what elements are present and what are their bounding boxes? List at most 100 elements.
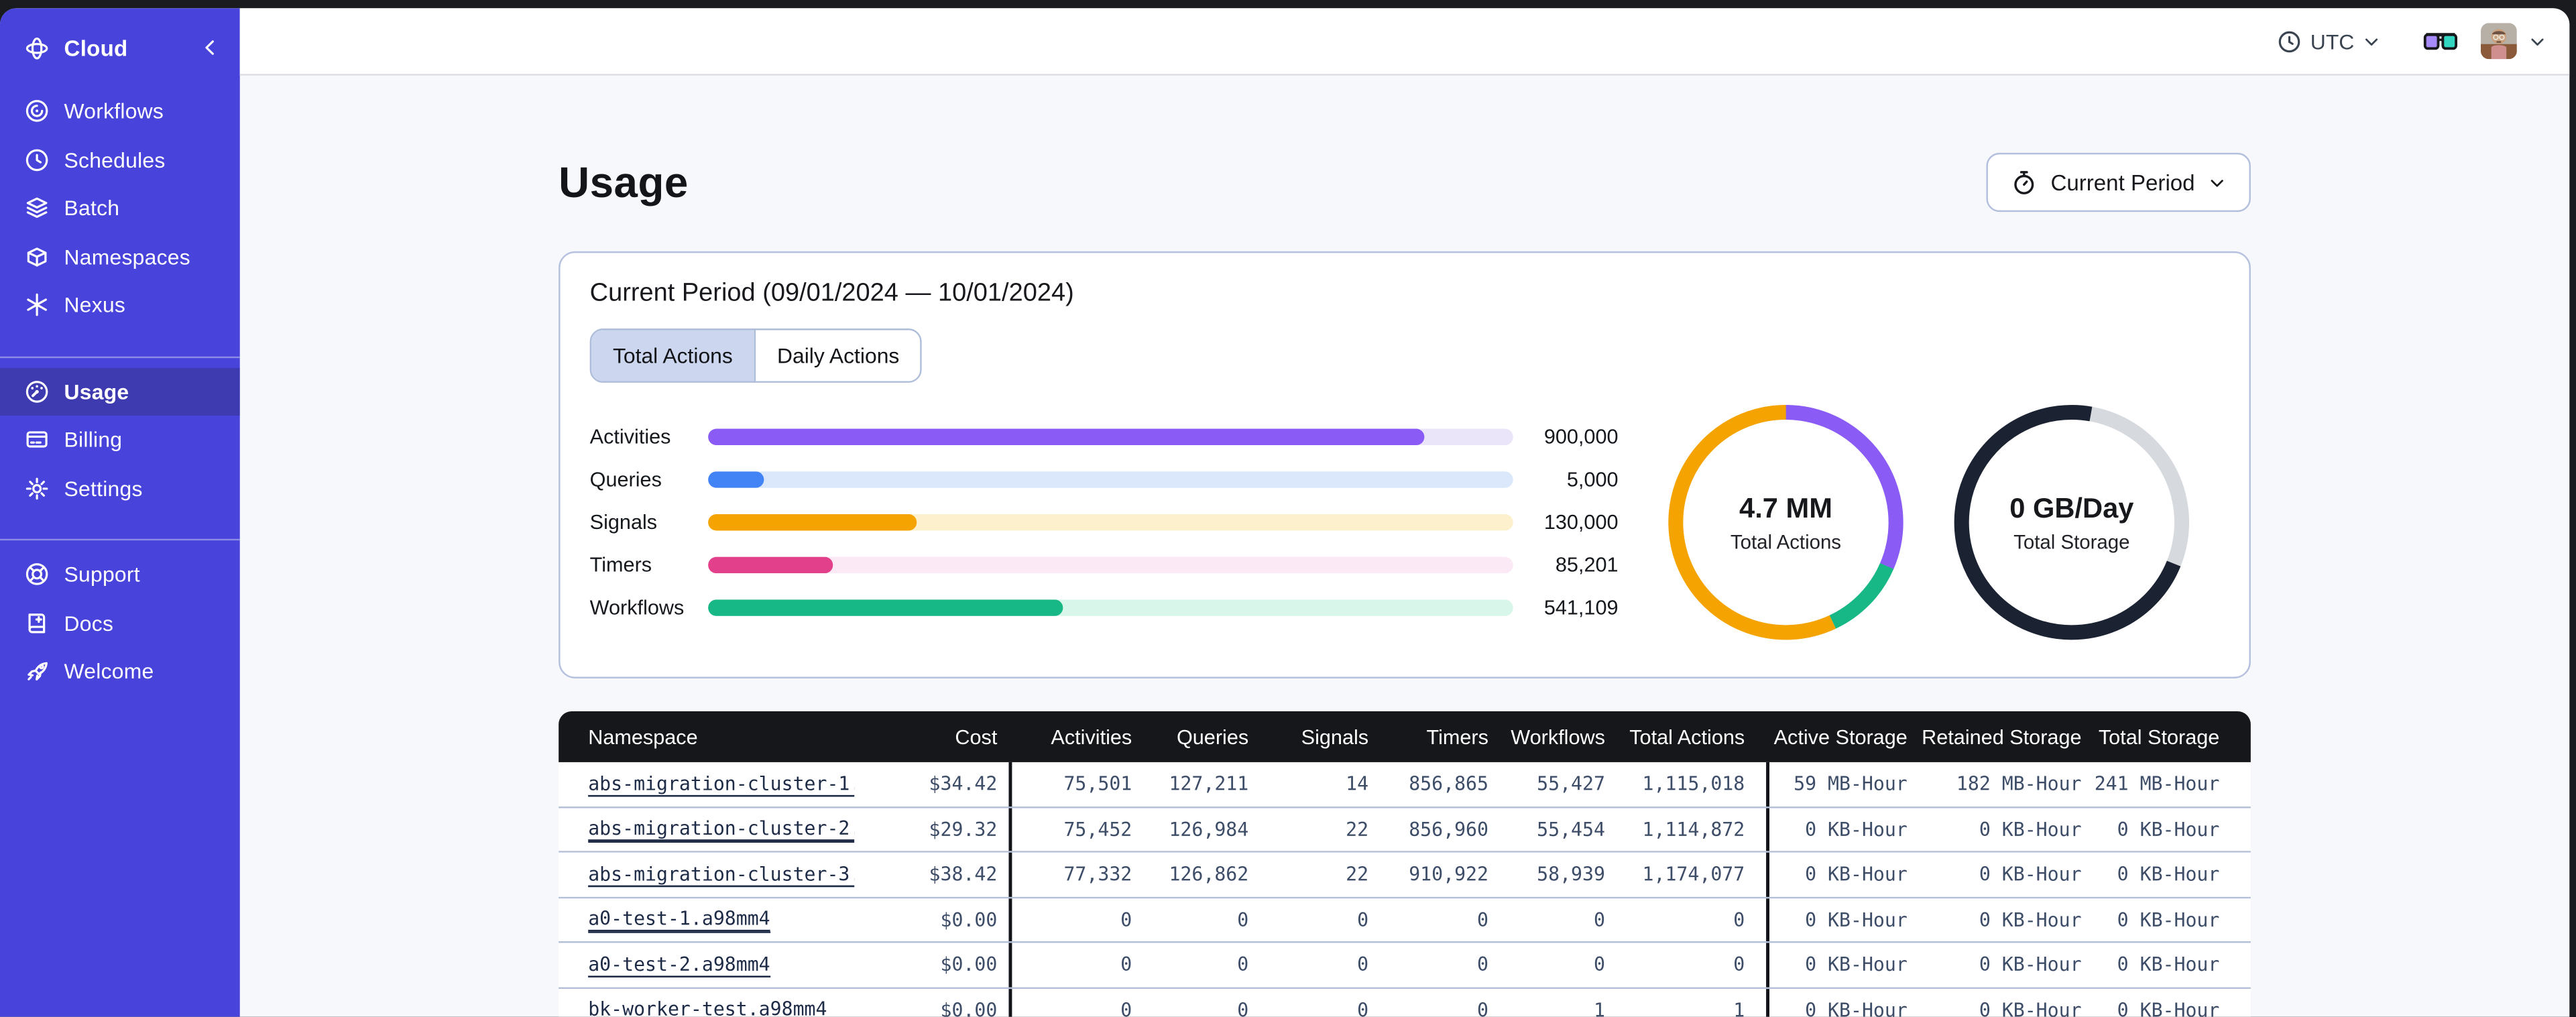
stopwatch-icon bbox=[2011, 169, 2038, 195]
cell-cost: $0.00 bbox=[940, 998, 998, 1017]
bar-row-timers: Timers 85,201 bbox=[590, 544, 1619, 587]
table-row: abs-migration-cluster-2.a98mm4 $29.32 75,4… bbox=[559, 807, 2251, 853]
cell-total-storage: 241 MB-Hour bbox=[2094, 772, 2220, 796]
namespace-link[interactable]: bk-worker-test.a98mm4 bbox=[588, 997, 827, 1016]
bar-track-signals bbox=[708, 514, 1513, 531]
column-header-total-actions: Total Actions bbox=[1629, 725, 1745, 749]
cell-activities: 0 bbox=[1008, 988, 1143, 1017]
stage: Cloud Workflows Schedules Batch Namespaces N… bbox=[0, 0, 2576, 1017]
actions-tabs: Total Actions Daily Actions bbox=[589, 328, 923, 383]
cell-total-actions: 1,114,872 bbox=[1642, 817, 1745, 841]
cell-total-actions: 1 bbox=[1733, 998, 1745, 1017]
bar-value-label: 541,109 bbox=[1543, 596, 1619, 619]
bar-row-signals: Signals 130,000 bbox=[590, 501, 1619, 544]
dev-mode-glasses-icon[interactable] bbox=[2423, 29, 2458, 54]
column-header-timers: Timers bbox=[1426, 725, 1488, 749]
bar-track-activities bbox=[708, 428, 1513, 446]
card-title: Current Period (09/01/2024 — 10/01/2024) bbox=[589, 279, 1074, 308]
table-row: bk-worker-test.a98mm4 $0.00 0 0 0 0 1 1 0 KB-Hou… bbox=[559, 988, 2251, 1017]
cell-cost: $34.42 bbox=[929, 772, 998, 796]
bar-row-workflows: Workflows 541,109 bbox=[590, 587, 1619, 630]
sidebar-item-namespaces[interactable]: Namespaces bbox=[0, 233, 240, 281]
bar-track-timers bbox=[708, 556, 1513, 574]
timezone-label: UTC bbox=[2310, 28, 2355, 54]
cell-retained-storage: 0 KB-Hour bbox=[1979, 863, 2082, 886]
namespace-cell: a0-test-1.a98mm4 bbox=[559, 898, 854, 941]
sidebar-item-welcome[interactable]: Welcome bbox=[0, 647, 240, 695]
donut-label: Total Actions bbox=[1730, 530, 1842, 553]
tab-total-actions[interactable]: Total Actions bbox=[591, 330, 754, 381]
collapse-sidebar-icon[interactable] bbox=[200, 38, 220, 57]
sidebar-item-support[interactable]: Support bbox=[0, 550, 240, 599]
sidebar-item-label: Batch bbox=[64, 196, 120, 221]
donut-center-text: 4.7 MM Total Actions bbox=[1661, 398, 1910, 647]
clock-icon bbox=[2278, 29, 2302, 54]
cell-workflows: 55,427 bbox=[1537, 772, 1605, 796]
cell-retained-storage: 182 MB-Hour bbox=[1956, 772, 2082, 796]
sidebar-item-label: Welcome bbox=[64, 659, 154, 684]
cell-retained-storage: 0 KB-Hour bbox=[1979, 998, 2082, 1017]
sidebar-item-docs[interactable]: Docs bbox=[0, 599, 240, 647]
namespace-cell: abs-migration-cluster-3.a98mm4 bbox=[559, 853, 855, 896]
bar-fill-signals bbox=[708, 514, 918, 531]
sidebar-item-nexus[interactable]: Nexus bbox=[0, 281, 240, 329]
bar-track-workflows bbox=[708, 599, 1513, 616]
sidebar-item-batch[interactable]: Batch bbox=[0, 184, 240, 232]
bar-fill-activities bbox=[708, 428, 1425, 446]
cell-retained-storage: 0 KB-Hour bbox=[1979, 817, 2082, 841]
brand-label: Cloud bbox=[64, 35, 128, 60]
donut-value: 4.7 MM bbox=[1739, 491, 1832, 524]
cell-active-storage: 0 KB-Hour bbox=[1766, 943, 1919, 987]
cell-active-storage: 0 KB-Hour bbox=[1766, 807, 1919, 851]
table-row: a0-test-2.a98mm4 $0.00 0 0 0 0 0 0 0 KB-Hour 0 KB… bbox=[559, 943, 2251, 988]
sidebar-item-label: Docs bbox=[64, 610, 114, 636]
bar-category-label: Timers bbox=[589, 553, 652, 577]
chevron-down-icon bbox=[2208, 174, 2226, 192]
cell-timers: 0 bbox=[1476, 953, 1488, 977]
sidebar-item-schedules[interactable]: Schedules bbox=[0, 135, 240, 184]
namespace-cell: abs-migration-cluster-1.a98mm4 bbox=[559, 762, 855, 806]
sidebar-item-label: Usage bbox=[64, 379, 129, 404]
bar-track-queries bbox=[708, 471, 1513, 488]
namespace-link[interactable]: abs-migration-cluster-1.a98mm4 bbox=[588, 771, 855, 797]
namespace-link[interactable]: abs-migration-cluster-3.a98mm4 bbox=[588, 861, 855, 888]
sidebar-divider bbox=[0, 355, 240, 357]
account-menu-chevron-icon[interactable] bbox=[2528, 32, 2546, 50]
sidebar-divider bbox=[0, 538, 240, 541]
period-selector-button[interactable]: Current Period bbox=[1986, 152, 2251, 213]
topbar: UTC bbox=[239, 8, 2570, 76]
timezone-selector[interactable]: UTC bbox=[2278, 29, 2381, 54]
donut-center-text: 0 GB/Day Total Storage bbox=[1947, 398, 2197, 647]
cell-workflows: 58,939 bbox=[1537, 863, 1605, 886]
table-header-row: Namespace Cost Activities Queries Signals Tim… bbox=[559, 711, 2251, 762]
sidebar-item-settings[interactable]: Settings bbox=[0, 464, 240, 512]
namespace-link[interactable]: a0-test-1.a98mm4 bbox=[588, 907, 770, 933]
table-row: abs-migration-cluster-3.a98mm4 $38.42 77,3… bbox=[559, 852, 2251, 898]
sidebar-item-label: Namespaces bbox=[64, 244, 190, 270]
namespace-link[interactable]: a0-test-2.a98mm4 bbox=[588, 952, 770, 977]
cell-workflows: 1 bbox=[1593, 998, 1605, 1017]
cell-total-actions: 0 bbox=[1733, 953, 1745, 977]
total-storage-donut: 0 GB/Day Total Storage bbox=[1947, 398, 2197, 647]
cell-activities: 75,501 bbox=[1008, 762, 1143, 806]
cell-total-storage: 0 KB-Hour bbox=[2117, 908, 2220, 931]
user-avatar[interactable] bbox=[2480, 23, 2517, 60]
cell-queries: 127,211 bbox=[1169, 772, 1249, 796]
cell-cost: $38.42 bbox=[929, 863, 998, 886]
cell-timers: 856,960 bbox=[1409, 817, 1488, 841]
tab-daily-actions[interactable]: Daily Actions bbox=[754, 330, 921, 381]
bar-row-queries: Queries 5,000 bbox=[590, 459, 1619, 501]
sidebar-item-billing[interactable]: Billing bbox=[0, 416, 240, 464]
bar-value-label: 5,000 bbox=[1566, 468, 1619, 491]
page-title: Usage bbox=[559, 157, 689, 206]
cell-timers: 0 bbox=[1476, 998, 1488, 1017]
cell-cost: $29.32 bbox=[929, 817, 998, 841]
actions-bar-chart: Activities 900,000 Queries 5,000 Signals 130,… bbox=[590, 416, 1619, 630]
bar-category-label: Queries bbox=[589, 468, 662, 491]
cell-signals: 22 bbox=[1346, 817, 1369, 841]
sidebar-item-workflows[interactable]: Workflows bbox=[0, 87, 240, 135]
sidebar-item-usage[interactable]: Usage bbox=[0, 367, 240, 416]
usage-icon bbox=[25, 379, 50, 404]
welcome-icon bbox=[25, 659, 50, 684]
namespace-link[interactable]: abs-migration-cluster-2.a98mm4 bbox=[588, 817, 855, 842]
